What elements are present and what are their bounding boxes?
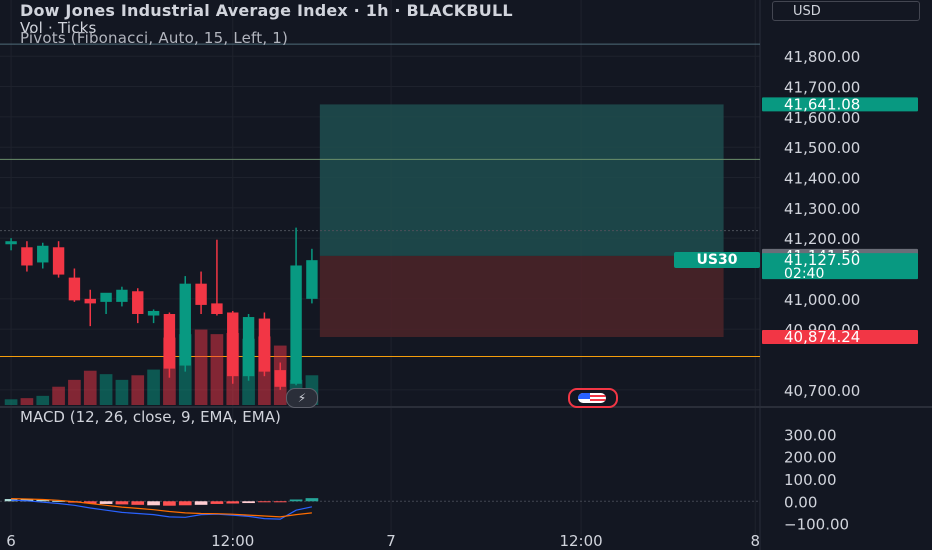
volume-bar <box>4 399 18 405</box>
candlesticks <box>5 227 318 390</box>
candle-body <box>52 247 65 275</box>
candle-body <box>147 310 160 316</box>
candle-body <box>68 277 81 301</box>
volume-bar <box>131 375 145 405</box>
price-chart[interactable]: 41,800.0041,700.0041,600.0041,500.0041,4… <box>0 0 932 550</box>
volume-bar <box>83 370 97 405</box>
price-tick-label: 41,800.00 <box>784 48 860 66</box>
macd-pane <box>0 498 760 520</box>
stop-zone <box>319 255 724 337</box>
macd-tick-label: −100.00 <box>784 516 849 534</box>
position-zones[interactable] <box>319 104 724 337</box>
candle-body <box>84 298 96 304</box>
volume-bars <box>4 329 319 405</box>
pivots-indicator-label[interactable]: Pivots (Fibonacci, Auto, 15, Left, 1) <box>20 29 288 47</box>
price-tick-label: 41,700.00 <box>784 79 860 97</box>
volume-bar <box>194 329 208 405</box>
macd-histogram-bar <box>242 501 255 504</box>
volume-bar <box>52 386 65 405</box>
candle-body <box>21 247 33 266</box>
macd-histogram-bar <box>210 501 224 504</box>
price-tick-label: 41,500.00 <box>784 139 860 157</box>
volume-bar <box>115 379 129 405</box>
macd-histogram-bar <box>289 499 303 502</box>
us-flag-icon[interactable] <box>568 388 618 408</box>
macd-histogram-bar <box>226 501 240 504</box>
volume-bar <box>147 369 160 405</box>
time-tick-label: 12:00 <box>211 532 254 550</box>
candle-body <box>195 283 207 305</box>
candle-body <box>116 289 128 302</box>
macd-histogram-bar <box>178 501 192 506</box>
candle-body <box>290 265 302 384</box>
macd-histogram-bar <box>99 501 113 504</box>
macd-tick-label: 300.00 <box>784 426 837 444</box>
macd-histogram-bar <box>163 501 176 506</box>
currency-button[interactable]: USD <box>772 1 920 21</box>
price-tick-label: 41,200.00 <box>784 230 860 248</box>
time-tick-label: 6 <box>6 532 16 550</box>
macd-histogram-bar <box>147 501 160 506</box>
macd-tick-label: 200.00 <box>784 449 837 467</box>
time-tick-label: 7 <box>386 532 396 550</box>
candle-body <box>163 314 176 369</box>
volume-bar <box>68 379 81 405</box>
chart-title: Dow Jones Industrial Average Index · 1h … <box>20 1 513 20</box>
candle-body <box>306 260 318 299</box>
candle-body <box>132 291 144 315</box>
candle-body <box>258 318 271 372</box>
flag-graphic <box>578 393 606 403</box>
candle-body <box>179 283 191 366</box>
price-tick-label: 41,300.00 <box>784 200 860 218</box>
candle-body <box>227 312 239 377</box>
macd-histogram-bar <box>131 501 145 505</box>
price-label-text: 41,641.08 <box>784 95 860 113</box>
macd-tick-label: 100.00 <box>784 471 837 489</box>
target-zone <box>319 104 724 256</box>
volume-bar <box>99 374 113 405</box>
time-tick-label: 8 <box>750 532 760 550</box>
candle-body <box>242 317 255 377</box>
price-axis[interactable]: 41,800.0041,700.0041,600.0041,500.0041,4… <box>784 48 860 533</box>
time-tick-label: 12:00 <box>559 532 602 550</box>
macd-histogram-bar <box>258 501 271 503</box>
volume-bar <box>210 334 224 405</box>
candle-body <box>211 303 223 315</box>
macd-tick-label: 0.00 <box>784 493 817 511</box>
macd-histogram-bar <box>305 498 319 502</box>
candle-body <box>274 370 286 387</box>
candle-body <box>37 245 49 263</box>
candle-body <box>100 292 112 302</box>
symbol-tag: US30 <box>674 252 760 268</box>
macd-histogram-bar <box>273 501 287 503</box>
price-tick-label: 41,000.00 <box>784 291 860 309</box>
price-tick-label: 40,700.00 <box>784 382 860 400</box>
lightning-icon[interactable]: ⚡ <box>286 388 318 408</box>
volume-bar <box>20 398 34 405</box>
price-label-text: 40,874.24 <box>784 328 860 346</box>
macd-histogram-bar <box>115 501 129 505</box>
macd-histogram-bar <box>194 501 208 505</box>
candle-body <box>5 241 17 245</box>
time-axis[interactable]: 6 12:00 7 12:00 8 <box>6 532 760 550</box>
countdown-label-text: 02:40 <box>784 266 824 282</box>
volume-bar <box>36 395 50 405</box>
price-tick-label: 41,400.00 <box>784 170 860 188</box>
macd-indicator-label[interactable]: MACD (12, 26, close, 9, EMA, EMA) <box>20 408 281 426</box>
